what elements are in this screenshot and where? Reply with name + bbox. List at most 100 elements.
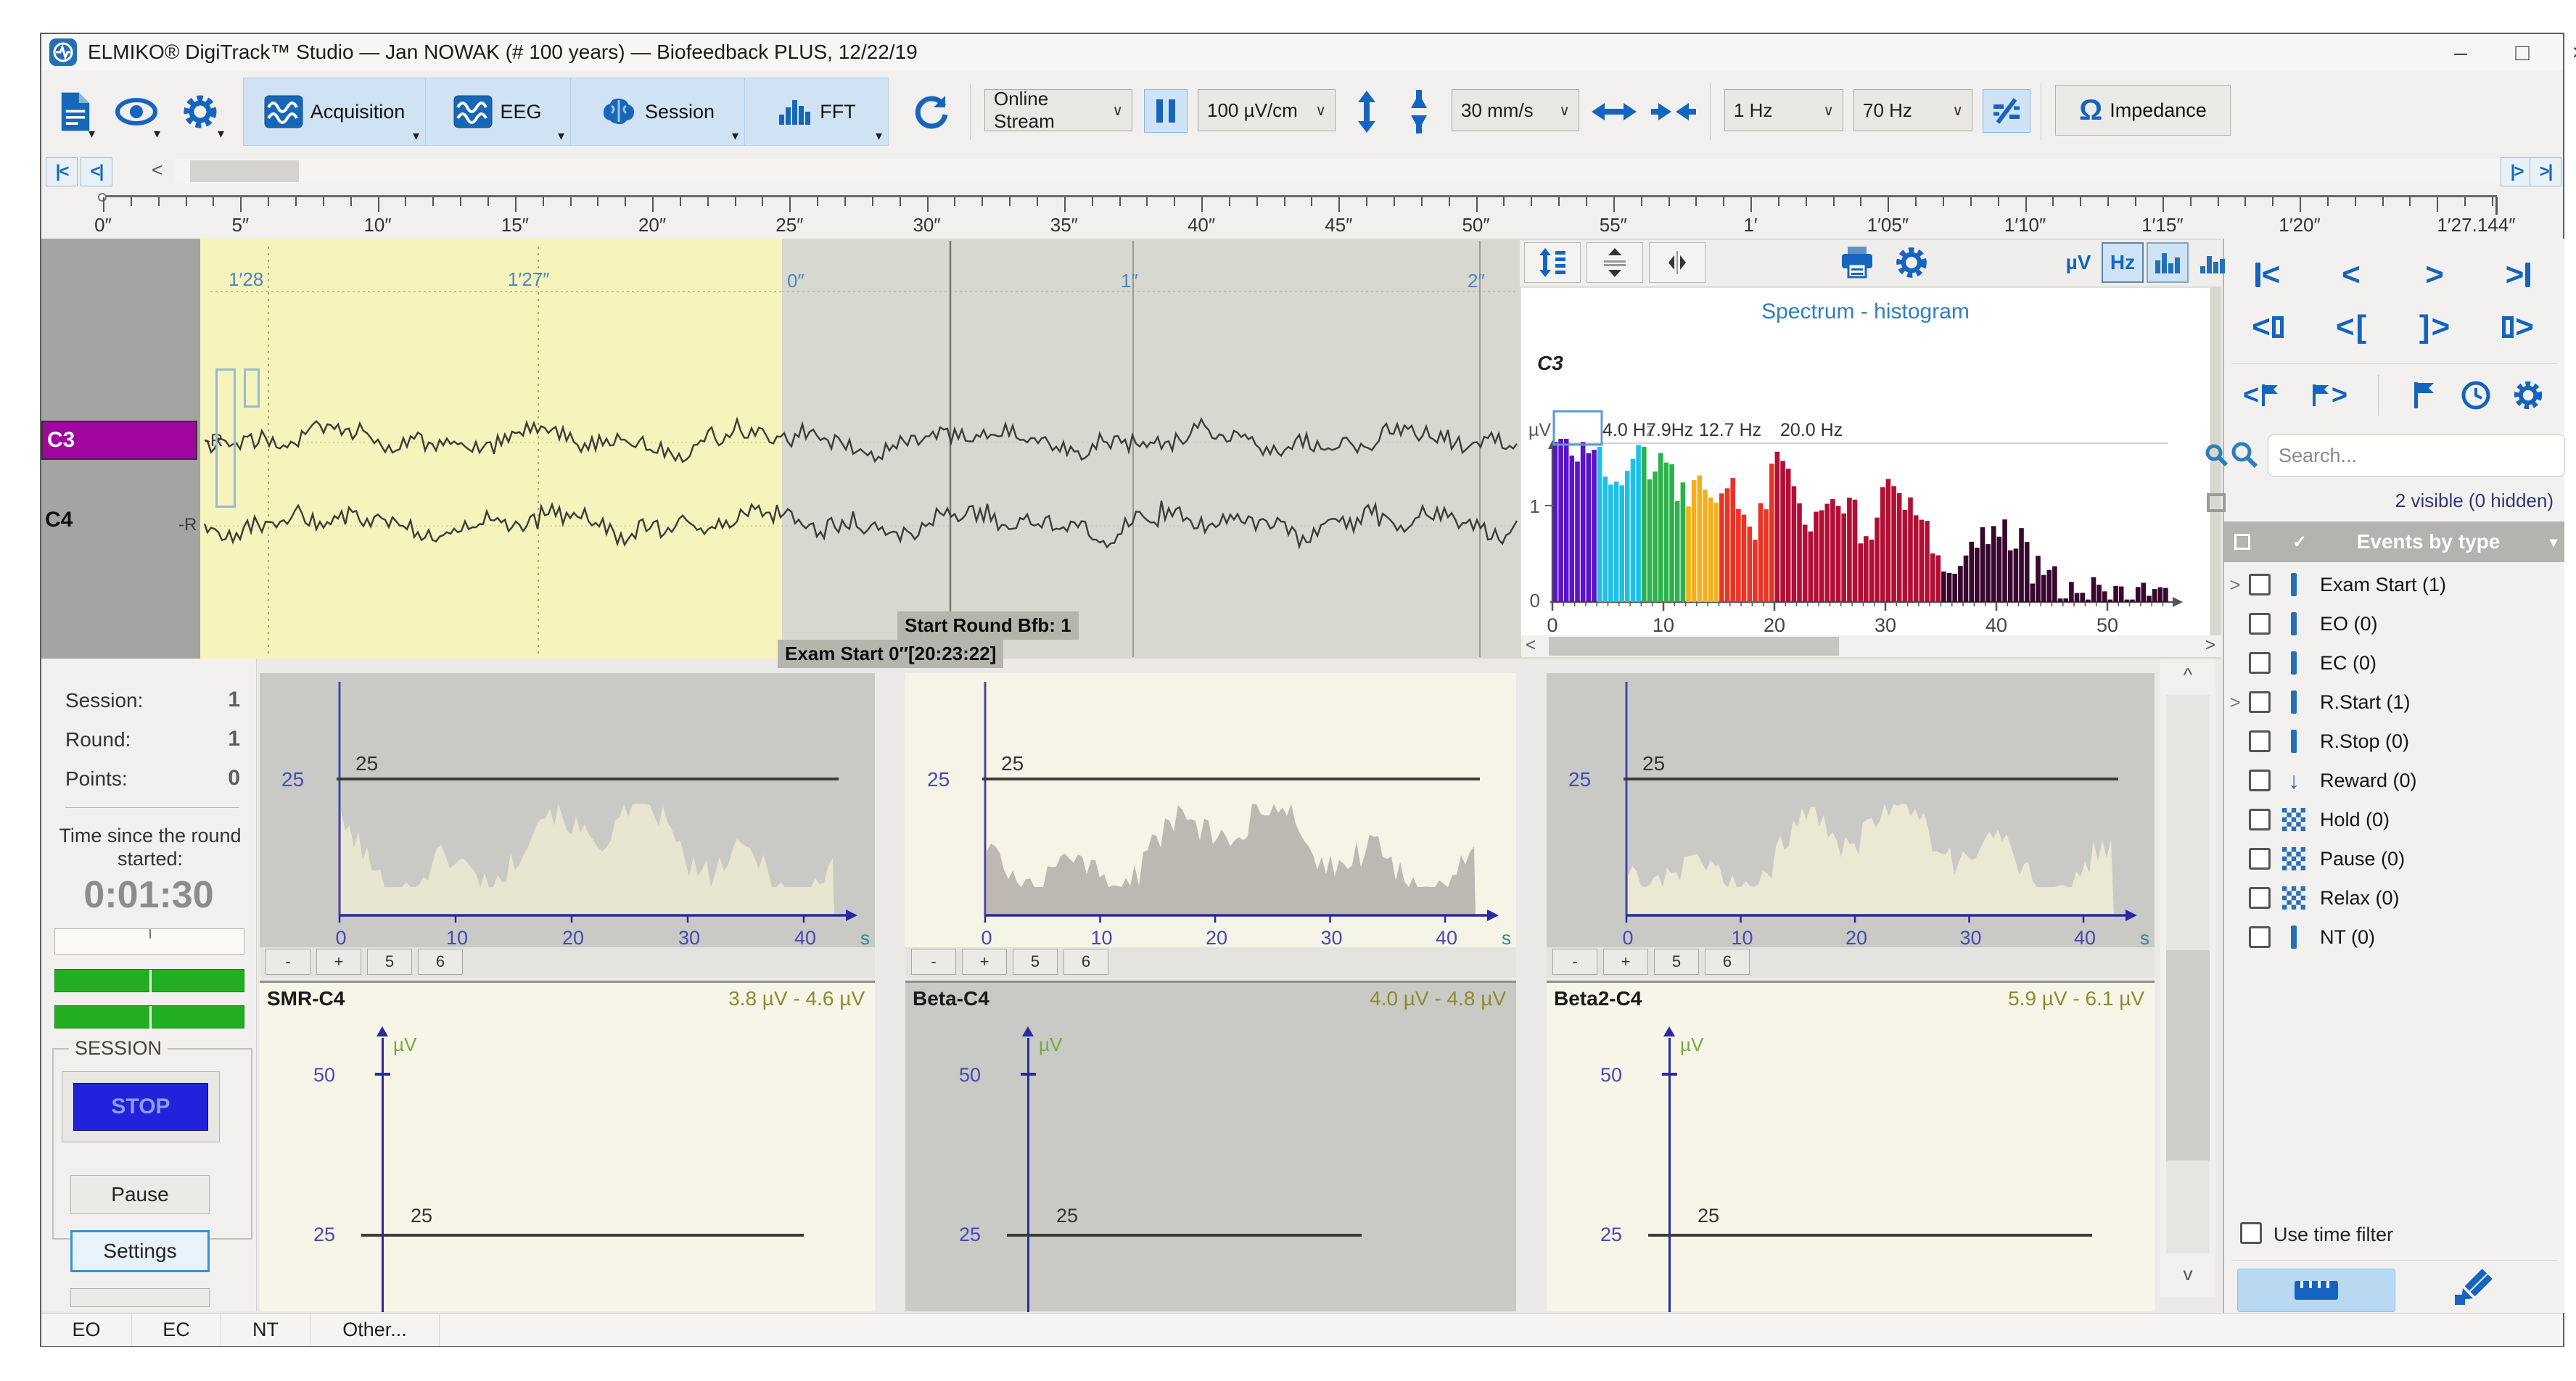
events-table-header[interactable]: ✓ Events by type ▾ [2224, 522, 2564, 562]
horizontal-expand-button[interactable] [1588, 81, 1640, 143]
page-right-button[interactable]: |> [2501, 157, 2532, 186]
use-time-filter-checkbox[interactable] [2240, 1222, 2262, 1244]
round-start-marker-label[interactable]: Start Round Bfb: 1 [897, 611, 1079, 640]
chart-zoom-button[interactable]: + [1603, 949, 1648, 975]
event-checkbox[interactable] [2249, 809, 2271, 830]
add-flag-button[interactable] [2398, 374, 2449, 417]
event-checkbox[interactable] [2249, 926, 2271, 948]
scrollbar-thumb[interactable] [2166, 950, 2210, 1161]
impedance-button[interactable]: Ω Impedance [2055, 85, 2231, 136]
nav-next-page-button[interactable]: > [2482, 305, 2554, 349]
nav-prev-button[interactable]: < [2315, 253, 2387, 297]
stop-button[interactable]: STOP [73, 1083, 208, 1131]
spectrum-scrollbar[interactable]: < > [1521, 635, 2221, 657]
event-checkbox[interactable] [2249, 887, 2271, 909]
chart-zoom-button[interactable]: 5 [1013, 949, 1058, 975]
event-checkbox[interactable] [2249, 848, 2271, 870]
vertical-compress-button[interactable] [1396, 81, 1441, 143]
chart-zoom-button[interactable]: 6 [418, 949, 463, 975]
nav-prev-fragment-button[interactable]: <[ [2315, 305, 2387, 349]
channel-label-c4[interactable]: C4 [45, 508, 73, 532]
print-button[interactable] [1832, 242, 1882, 283]
eeg-button[interactable]: EEG ▾ [425, 78, 571, 145]
chart-zoom-button[interactable]: 5 [367, 949, 412, 975]
event-type-row[interactable]: R.Stop (0) [2224, 722, 2564, 761]
expand-icon[interactable]: > [2224, 574, 2246, 596]
event-type-row[interactable]: Pause (0) [2224, 839, 2564, 878]
event-checkbox[interactable] [2249, 613, 2271, 635]
nav-prev-page-button[interactable]: < [2231, 305, 2304, 349]
nav-next-fragment-button[interactable]: ] > [2398, 305, 2471, 349]
spectrum-scroll-left-icon[interactable]: < [1526, 635, 1536, 656]
session-button[interactable]: Session ▾ [570, 78, 745, 145]
band-history-chart[interactable]: 25 25 0 10 20 30 40 s [260, 673, 875, 947]
band-history-chart[interactable]: 25 25 0 10 20 30 40 s [905, 673, 1516, 947]
chart-zoom-button[interactable]: - [266, 949, 310, 975]
pause-session-button[interactable]: Pause [70, 1175, 210, 1214]
minimize-button[interactable]: – [2435, 34, 2486, 70]
nav-next-button[interactable]: > [2398, 253, 2471, 297]
close-button[interactable]: × [2554, 34, 2576, 70]
go-first-button[interactable]: |< [46, 157, 78, 186]
statusbar-button-ec[interactable]: EC [132, 1314, 221, 1346]
pause-stream-button[interactable] [1144, 89, 1188, 133]
histogram-view-button[interactable] [2147, 242, 2189, 283]
unit-hz-button[interactable]: Hz [2102, 242, 2144, 283]
statusbar-button-other[interactable]: Other... [310, 1314, 440, 1346]
statusbar-button-nt[interactable]: NT [221, 1314, 310, 1346]
statusbar-button-eo[interactable]: EO [41, 1314, 132, 1346]
zoom-tool-icon[interactable] [2204, 442, 2229, 467]
scrollbar-track[interactable] [176, 159, 2517, 184]
speed-select[interactable]: 30 mm/s ∨ [1452, 89, 1579, 131]
settings-button[interactable]: ▾ [172, 81, 229, 143]
chart-zoom-button[interactable]: + [962, 949, 1007, 975]
threshold-panel[interactable]: SMR-C4 3.8 µV - 4.6 µV µV 50 25 25 [260, 981, 875, 1312]
event-type-row[interactable]: > R.Start (1) [2224, 683, 2564, 722]
spinner-button[interactable] [1587, 242, 1643, 283]
event-type-row[interactable]: > Exam Start (1) [2224, 565, 2564, 604]
chart-zoom-button[interactable]: 6 [1063, 949, 1108, 975]
event-checkbox[interactable] [2249, 730, 2271, 752]
refresh-button[interactable] [903, 81, 961, 143]
unit-uv-button[interactable]: µV [2058, 242, 2099, 283]
settings-session-button[interactable]: Settings [70, 1230, 210, 1272]
event-time-button[interactable] [2451, 374, 2501, 417]
scroll-up-icon[interactable]: ^ [2160, 659, 2215, 690]
scrollbar-track[interactable] [2166, 695, 2210, 1253]
spectrum-scrollbar-thumb[interactable] [1549, 637, 1839, 656]
event-type-row[interactable]: NT (0) [2224, 918, 2564, 957]
event-type-row[interactable]: EO (0) [2224, 604, 2564, 643]
stream-select[interactable]: Online Stream ∨ [984, 88, 1132, 132]
events-settings-button[interactable] [2503, 374, 2554, 417]
chart-zoom-button[interactable]: - [911, 949, 956, 975]
search-input[interactable] [2268, 434, 2565, 477]
nav-last-button[interactable]: > [2482, 253, 2554, 297]
band-history-chart[interactable]: 25 25 0 10 20 30 40 s [1547, 673, 2155, 947]
view-button[interactable]: ▾ [108, 81, 165, 143]
header-checkbox[interactable] [2234, 534, 2250, 550]
horizontal-compress-button[interactable] [1647, 81, 1700, 143]
ruler-tool-button[interactable] [2237, 1269, 2395, 1312]
threshold-panel[interactable]: Beta-C4 4.0 µV - 4.8 µV µV 50 25 25 [905, 981, 1516, 1312]
exam-start-marker-label[interactable]: Exam Start 0″[20:23:22] [778, 640, 1004, 668]
row-height-button[interactable] [1524, 242, 1581, 283]
ruler-position-handle[interactable] [98, 193, 107, 202]
grid-vertical-scrollbar[interactable]: ^ v [2160, 659, 2215, 1297]
spectrum-settings-button[interactable] [1886, 242, 1937, 283]
panel-handle-icon[interactable] [2205, 492, 2230, 516]
spectrum-histogram[interactable]: 0 10 20 30 40 5010 [1521, 288, 2210, 638]
threshold-panel[interactable]: Beta2-C4 5.9 µV - 6.1 µV µV 50 25 25 [1547, 981, 2155, 1312]
lowpass-select[interactable]: 70 Hz ∨ [1853, 89, 1972, 131]
edit-events-button[interactable] [2449, 1266, 2495, 1312]
acquisition-button[interactable]: Acquisition ▾ [244, 78, 426, 145]
event-checkbox[interactable] [2249, 691, 2271, 713]
histogram-view2-button[interactable] [2192, 242, 2234, 283]
scroll-down-icon[interactable]: v [2160, 1258, 2215, 1290]
vertical-expand-button[interactable] [1344, 81, 1389, 143]
event-checkbox[interactable] [2249, 652, 2271, 674]
time-ruler[interactable]: 0″ 5″ 10″ 15″ 20″ 25″ 30″ 35″ 40″ 45″ 50″ 55″ 1′ 1′05… [41, 189, 2563, 239]
next-flag-button[interactable]: > [2297, 374, 2362, 417]
scroll-left-icon[interactable]: < [152, 159, 162, 181]
go-last-button[interactable]: >| [2530, 157, 2561, 186]
scrollbar-thumb[interactable] [190, 160, 299, 182]
